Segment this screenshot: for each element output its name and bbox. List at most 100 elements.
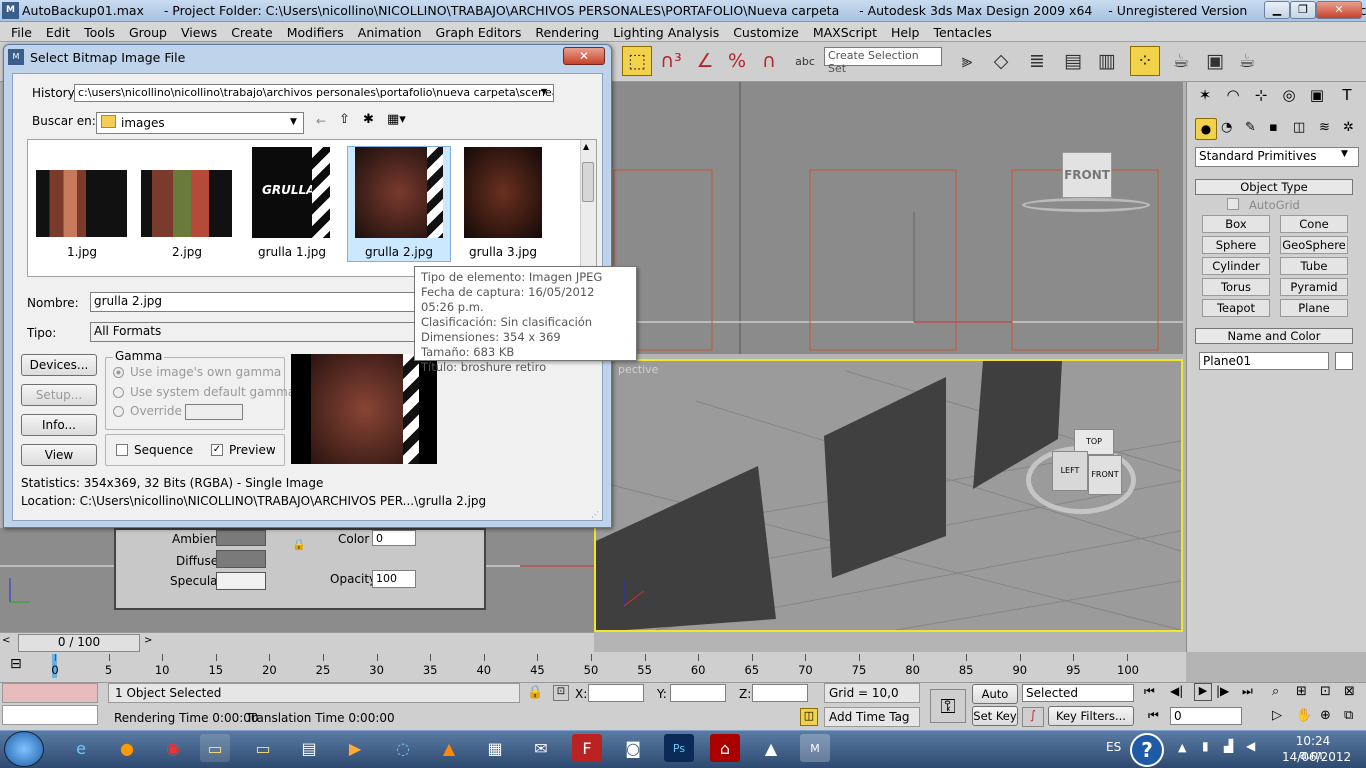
geometry-icon[interactable]: ● xyxy=(1195,118,1217,140)
orbit-icon[interactable]: ⊕ xyxy=(1320,708,1331,723)
modify-tab-icon[interactable]: ◠ xyxy=(1221,86,1245,108)
set-key-button[interactable]: Set Key xyxy=(972,706,1018,726)
motion-tab-icon[interactable]: ◎ xyxy=(1277,86,1301,108)
field-of-view-icon[interactable]: ▷ xyxy=(1272,708,1282,723)
acrobat-icon[interactable]: ⌂ xyxy=(710,734,740,762)
language-indicator[interactable]: ES xyxy=(1106,740,1121,754)
resize-grip-icon[interactable]: ⋰ xyxy=(591,510,599,519)
select-object-icon[interactable]: ⬚ xyxy=(622,46,652,76)
cameras-icon[interactable]: ▪ xyxy=(1269,120,1278,135)
spinner-snap-icon[interactable]: ∩ xyxy=(754,46,784,76)
menu-tentacles[interactable]: Tentacles xyxy=(926,25,998,40)
vlc-icon[interactable]: ▲ xyxy=(434,734,464,762)
app-icon[interactable]: M xyxy=(2,2,19,19)
menu-group[interactable]: Group xyxy=(122,25,174,40)
view-button[interactable]: View xyxy=(21,444,97,466)
key-mode-dropdown[interactable]: Selected xyxy=(1022,684,1134,702)
folder-icon[interactable]: ▭ xyxy=(248,734,278,762)
object-name-field[interactable]: Plane01 xyxy=(1199,352,1329,370)
file-list[interactable]: 1.jpg 2.jpg GRULLA grulla 1.jpg grulla 2… xyxy=(27,139,597,277)
menu-modifiers[interactable]: Modifiers xyxy=(280,25,351,40)
file-thumbnail[interactable]: GRULLA xyxy=(252,147,330,238)
photoshop-icon[interactable]: Ps xyxy=(664,734,694,762)
cylinder-button[interactable]: Cylinder xyxy=(1202,257,1270,275)
utilities-tab-icon[interactable]: T xyxy=(1335,86,1359,108)
notes-icon[interactable]: ▤ xyxy=(294,734,324,762)
systems-icon[interactable]: ✲ xyxy=(1343,120,1354,135)
time-slider-prev-button[interactable]: < xyxy=(2,635,14,651)
angle-snap-icon[interactable]: ∠ xyxy=(690,46,720,76)
back-icon[interactable]: ← xyxy=(316,114,326,128)
file-name[interactable]: 2.jpg xyxy=(135,245,239,259)
file-name[interactable]: grulla 3.jpg xyxy=(451,245,555,259)
new-folder-icon[interactable]: ✱ xyxy=(363,112,374,127)
menu-create[interactable]: Create xyxy=(224,25,280,40)
file-thumbnail[interactable] xyxy=(464,147,542,238)
filezilla-icon[interactable]: F xyxy=(572,734,602,762)
menu-maxscript[interactable]: MAXScript xyxy=(806,25,884,40)
file-thumbnail[interactable] xyxy=(36,170,127,237)
name-color-header[interactable]: Name and Color xyxy=(1195,328,1353,344)
render-icon[interactable]: ☕ xyxy=(1232,46,1262,76)
box-button[interactable]: Box xyxy=(1202,215,1270,233)
layers-icon[interactable]: ≣ xyxy=(1022,46,1052,76)
set-key-icon[interactable]: ⚿ xyxy=(930,689,966,723)
scrollbar-thumb[interactable] xyxy=(582,162,594,202)
chevron-down-icon[interactable]: ▼ xyxy=(1341,149,1348,159)
menu-views[interactable]: Views xyxy=(174,25,224,40)
front-viewport[interactable]: FRONT xyxy=(612,82,1183,354)
x-coordinate-field[interactable] xyxy=(588,684,644,702)
menu-help[interactable]: Help xyxy=(884,25,927,40)
create-tab-icon[interactable]: ✶ xyxy=(1193,86,1217,108)
menu-customize[interactable]: Customize xyxy=(726,25,806,40)
network-icon[interactable]: ▟ xyxy=(1224,739,1233,753)
gamma-override-field[interactable] xyxy=(185,404,243,420)
menu-animation[interactable]: Animation xyxy=(351,25,429,40)
pyramid-button[interactable]: Pyramid xyxy=(1280,278,1348,296)
devices-button[interactable]: Devices... xyxy=(21,354,97,376)
perspective-viewport[interactable]: pective TOP LEFT FRONT xyxy=(594,359,1183,632)
up-folder-icon[interactable]: ⇧ xyxy=(339,112,350,127)
snap-3d-icon[interactable]: ∩³ xyxy=(656,46,686,76)
render-setup-icon[interactable]: ☕ xyxy=(1166,46,1196,76)
file-type-dropdown[interactable]: All Formats xyxy=(90,322,420,342)
torus-button[interactable]: Torus xyxy=(1202,278,1270,296)
key-filters-button[interactable]: Key Filters... xyxy=(1048,706,1134,726)
play-icon[interactable]: ▶ xyxy=(1194,683,1212,701)
material-editor-icon[interactable]: ⁘ xyxy=(1130,46,1160,76)
view-menu-icon[interactable]: ▦▾ xyxy=(387,112,406,127)
current-frame-field[interactable]: 0 xyxy=(1170,707,1242,725)
viewcube-front[interactable]: FRONT xyxy=(1062,152,1112,198)
battery-icon[interactable]: ▮ xyxy=(1202,739,1209,753)
chevron-down-icon[interactable]: ▼ xyxy=(541,87,547,96)
menu-rendering[interactable]: Rendering xyxy=(528,25,606,40)
menu-lighting-analysis[interactable]: Lighting Analysis xyxy=(606,25,726,40)
file-name-input[interactable]: grulla 2.jpg xyxy=(90,292,420,312)
maximize-viewport-icon[interactable]: ⧉ xyxy=(1344,708,1353,723)
start-button[interactable] xyxy=(4,731,44,767)
add-time-tag[interactable]: Add Time Tag xyxy=(824,707,920,727)
photo-viewer-icon[interactable]: ▲ xyxy=(756,734,786,762)
show-hidden-icons[interactable]: ▲ xyxy=(1178,741,1186,754)
3dsmax-taskbar-icon[interactable]: M xyxy=(800,734,830,762)
key-tangent-icon[interactable]: ∫ xyxy=(1022,707,1044,727)
info-button[interactable]: Info... xyxy=(21,414,97,436)
menu-edit[interactable]: Edit xyxy=(39,25,77,40)
self-illum-value[interactable]: 0 xyxy=(372,530,416,546)
mail-icon[interactable]: ✉ xyxy=(526,734,556,762)
volume-icon[interactable]: ◀ xyxy=(1246,739,1255,753)
close-button[interactable]: ✕ xyxy=(1316,1,1362,19)
sphere-button[interactable]: Sphere xyxy=(1202,236,1270,254)
search-icon[interactable]: ◌ xyxy=(388,734,418,762)
z-coordinate-field[interactable] xyxy=(752,684,808,702)
dialog-close-button[interactable]: ✕ xyxy=(563,47,605,65)
curve-editor-icon[interactable]: ▤ xyxy=(1058,46,1088,76)
explorer-icon[interactable]: ▭ xyxy=(200,734,230,762)
media-player-icon[interactable]: ▶ xyxy=(340,734,370,762)
hierarchy-tab-icon[interactable]: ⊹ xyxy=(1249,86,1273,108)
autogrid-checkbox[interactable] xyxy=(1227,198,1239,210)
menu-file[interactable]: File xyxy=(4,25,39,40)
cone-button[interactable]: Cone xyxy=(1280,215,1348,233)
percent-snap-icon[interactable]: % xyxy=(722,46,752,76)
preview-checkbox[interactable]: ✓ xyxy=(211,444,223,456)
